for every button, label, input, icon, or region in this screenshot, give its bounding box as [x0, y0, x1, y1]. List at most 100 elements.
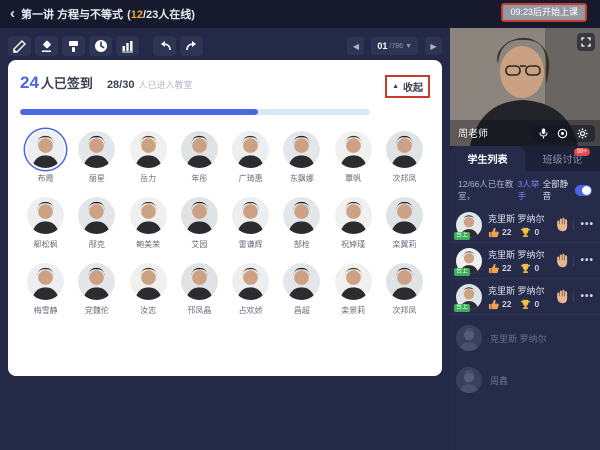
grid-student[interactable]: 邗凤晶 — [174, 263, 225, 316]
tab-student-list[interactable]: 学生列表 — [450, 146, 525, 171]
stats-tool-button[interactable] — [116, 36, 139, 56]
student-avatar — [335, 197, 372, 234]
grid-student[interactable]: 郗松枫 — [20, 197, 71, 250]
student-avatar — [130, 197, 167, 234]
student-name: 艾园 — [191, 239, 207, 250]
student-avatar — [78, 263, 115, 300]
video-controls — [532, 125, 595, 142]
sidebar: 周老师 学生列表 班级讨论 99+ 12/66人已在教室， 3人举手 全部静音 … — [450, 28, 600, 450]
lesson-title: 第一讲 方程与不等式 — [21, 6, 123, 22]
mute-all-toggle[interactable] — [575, 185, 592, 196]
on-stage-badge: 台上 — [454, 232, 470, 240]
more-options-button[interactable]: ••• — [573, 220, 594, 230]
teacher-video: 周老师 — [450, 28, 600, 146]
grid-student[interactable]: 丽星 — [71, 131, 122, 184]
grid-student[interactable]: 年彤 — [174, 131, 225, 184]
more-options-button[interactable]: ••• — [573, 256, 594, 266]
grid-student[interactable]: 次邦凤 — [379, 131, 430, 184]
grid-student[interactable]: 广琦惠 — [225, 131, 276, 184]
student-name: 克里斯 罗纳尔 — [488, 248, 556, 261]
camera-switch-icon[interactable] — [557, 128, 568, 139]
student-avatar — [27, 263, 64, 300]
class-start-countdown[interactable]: 09:23后开始上课 — [501, 3, 587, 22]
redo-button[interactable] — [180, 36, 203, 56]
grid-student[interactable]: 党魏伦 — [71, 263, 122, 316]
trophy-count: 0 — [534, 227, 539, 237]
tab-class-discussion[interactable]: 班级讨论 99+ — [525, 146, 600, 171]
grid-student[interactable]: 岳力 — [123, 131, 174, 184]
sidebar-tabs: 学生列表 班级讨论 99+ — [450, 146, 600, 171]
timer-tool-button[interactable] — [89, 36, 112, 56]
student-row[interactable]: 台上克里斯 罗纳尔220••• — [450, 207, 600, 243]
more-options-button[interactable]: ••• — [573, 292, 594, 302]
student-avatar — [232, 263, 269, 300]
on-stage-badge: 台上 — [454, 304, 470, 312]
student-name: 布霞 — [38, 173, 54, 184]
student-avatar — [335, 131, 372, 168]
grid-student[interactable]: 艾园 — [174, 197, 225, 250]
grid-student[interactable]: 覃帆 — [328, 131, 379, 184]
student-name: 克里斯 罗纳尔 — [488, 284, 556, 297]
student-avatar — [181, 197, 218, 234]
student-stats: 220 — [488, 263, 556, 274]
page-total: /786 — [389, 43, 403, 50]
expand-icon[interactable] — [577, 33, 595, 51]
grid-student[interactable]: 鲍美荣 — [123, 197, 174, 250]
student-avatar — [27, 197, 64, 234]
student-stats: 220 — [488, 227, 556, 238]
page-selector[interactable]: 01/786▼ — [371, 37, 418, 55]
grid-student[interactable]: 祝婷瑾 — [328, 197, 379, 250]
grid-student[interactable]: 布霞 — [20, 131, 71, 184]
grid-student[interactable]: 次邦凤 — [379, 263, 430, 316]
likes-count: 22 — [502, 299, 511, 309]
student-row-offline[interactable]: 周鑫 — [450, 357, 600, 399]
student-name: 东飘娜 — [290, 173, 314, 184]
student-name: 年彤 — [191, 173, 207, 184]
student-row-offline[interactable]: 克里斯 罗纳尔 — [450, 315, 600, 357]
likes-count: 22 — [502, 263, 511, 273]
collapse-button[interactable]: ▲ 收起 — [385, 75, 430, 98]
student-avatar — [78, 131, 115, 168]
signin-grid: 布霞丽星岳力年彤广琦惠东飘娜覃帆次邦凤郗松枫邴克鲍美荣艾园雷谦辉郜栓祝婷瑾栾翼莉… — [20, 131, 430, 316]
grid-student[interactable]: 占欢娇 — [225, 263, 276, 316]
student-avatar — [130, 131, 167, 168]
student-name: 次邦凤 — [392, 305, 416, 316]
student-row[interactable]: 台上 克里斯 罗纳尔 220 ••• — [450, 243, 600, 279]
grid-student[interactable]: 昌超 — [276, 263, 327, 316]
signin-progress-bar — [20, 109, 370, 115]
thumbs-up-icon — [488, 299, 499, 310]
back-icon[interactable]: ‹ — [10, 5, 15, 22]
entered-count: 28/30 — [107, 79, 135, 91]
grid-student[interactable]: 栾景莉 — [328, 263, 379, 316]
teacher-name: 周老师 — [458, 125, 488, 140]
grid-student[interactable]: 郜栓 — [276, 197, 327, 250]
on-stage-badge: 台上 — [454, 268, 470, 276]
student-avatar — [283, 197, 320, 234]
student-name: 党魏伦 — [85, 305, 109, 316]
prev-page-button[interactable]: ◀ — [347, 37, 364, 55]
student-name: 覃帆 — [345, 173, 361, 184]
grid-student[interactable]: 邴克 — [71, 197, 122, 250]
student-avatar — [283, 131, 320, 168]
grid-student[interactable]: 栾翼莉 — [379, 197, 430, 250]
student-name: 邴克 — [89, 239, 105, 250]
student-name: 周鑫 — [490, 374, 508, 387]
gear-icon[interactable] — [577, 128, 588, 139]
grid-student[interactable]: 汝志 — [123, 263, 174, 316]
microphone-icon[interactable] — [539, 128, 548, 139]
next-page-button[interactable]: ▶ — [425, 37, 442, 55]
brush-tool-button[interactable] — [62, 36, 85, 56]
entered-label: 人已进入教室 — [138, 78, 192, 91]
student-row[interactable]: 台上克里斯 罗纳尔220••• — [450, 279, 600, 315]
signin-progress-fill — [20, 109, 258, 115]
undo-button[interactable] — [153, 36, 176, 56]
grid-student[interactable]: 梅雪静 — [20, 263, 71, 316]
student-name: 克里斯 罗纳尔 — [490, 332, 547, 345]
student-avatar — [283, 263, 320, 300]
online-count: (12/23人在线) — [127, 6, 195, 22]
eraser-tool-button[interactable] — [35, 36, 58, 56]
grid-student[interactable]: 东飘娜 — [276, 131, 327, 184]
grid-student[interactable]: 雷谦辉 — [225, 197, 276, 250]
student-avatar — [130, 263, 167, 300]
pen-tool-button[interactable] — [8, 36, 31, 56]
